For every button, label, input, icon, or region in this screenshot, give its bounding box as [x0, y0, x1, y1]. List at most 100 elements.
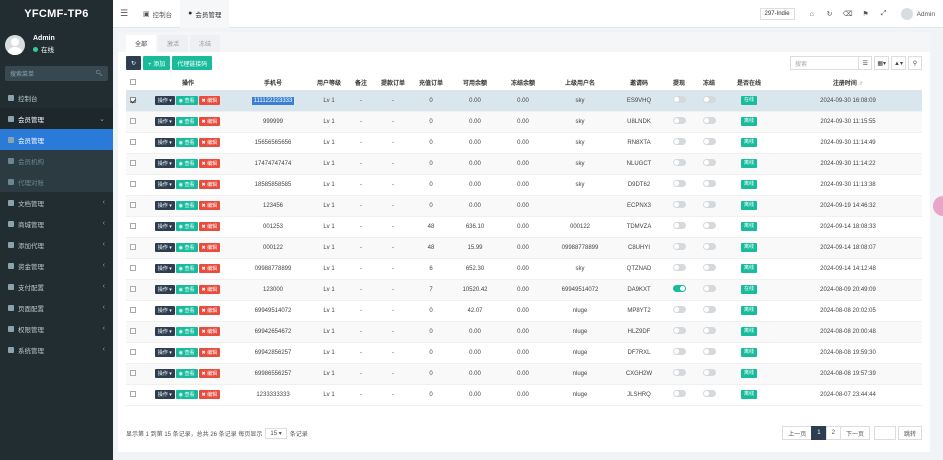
view-button[interactable]: ◉ 查看: [175, 96, 198, 105]
table-row[interactable]: 操作 ▾ ◉ 查看 ✖ 编辑 123000 Lv 1- -7 10520.42 0.00 699…: [126, 279, 922, 301]
row-select-cell[interactable]: [126, 384, 140, 406]
row-checkbox[interactable]: [130, 390, 136, 397]
table-row[interactable]: 操作 ▾ ◉ 查看 ✖ 编辑 000122 Lv 1- -48 15.99 0.00 09988…: [126, 237, 922, 259]
sidebar-item-3[interactable]: 会员机构: [0, 150, 113, 171]
row-select-cell[interactable]: [126, 111, 140, 133]
refresh-button[interactable]: ↻: [126, 56, 142, 70]
row-checkbox[interactable]: [130, 348, 136, 355]
withdraw-toggle[interactable]: [672, 159, 686, 166]
withdraw-toggle[interactable]: [672, 264, 686, 271]
row-select-cell[interactable]: [126, 195, 140, 217]
edit-button[interactable]: ✖ 编辑: [198, 285, 221, 294]
menu-toggle-icon[interactable]: ☰: [113, 8, 135, 19]
table-row[interactable]: 操作 ▾ ◉ 查看 ✖ 编辑 1233333333 Lv 1- -0 0.00 0.00 nlu…: [126, 384, 922, 406]
actions-dropdown-button[interactable]: 操作 ▾: [154, 180, 175, 189]
table-row[interactable]: 操作 ▾ ◉ 查看 ✖ 编辑 69949514072 Lv 1- -0 42.07 0.00 n…: [126, 300, 922, 322]
col-note[interactable]: 备注: [348, 76, 374, 91]
row-checkbox[interactable]: [130, 243, 136, 250]
row-checkbox[interactable]: [130, 285, 136, 292]
table-row[interactable]: 操作 ▾ ◉ 查看 ✖ 编辑 69986556257 Lv 1- -0 0.00 0.00 nl…: [126, 363, 922, 385]
page-size-select[interactable]: 15 ▾: [265, 427, 287, 439]
col-balance[interactable]: 可用余额: [450, 76, 500, 91]
withdraw-toggle[interactable]: [672, 390, 686, 397]
row-select-cell[interactable]: [126, 153, 140, 175]
withdraw-toggle[interactable]: [672, 243, 686, 250]
view-button[interactable]: ◉ 查看: [175, 180, 198, 189]
col-frozen[interactable]: 冻结: [694, 76, 724, 91]
edit-button[interactable]: ✖ 编辑: [198, 117, 221, 126]
frozen-toggle[interactable]: [702, 285, 716, 292]
frozen-toggle[interactable]: [702, 222, 716, 229]
sidebar-item-6[interactable]: 商城管理 ‹: [0, 213, 113, 234]
frozen-toggle[interactable]: [702, 327, 716, 334]
edit-button[interactable]: ✖ 编辑: [198, 180, 221, 189]
withdraw-toggle[interactable]: [672, 348, 686, 355]
col-parent-user[interactable]: 上级用户名: [546, 76, 614, 91]
view-button[interactable]: ◉ 查看: [175, 138, 198, 147]
table-row[interactable]: 操作 ▾ ◉ 查看 ✖ 编辑 123456 Lv 1- -0 0.00 0.00 ECPNX3 离…: [126, 195, 922, 217]
view-button[interactable]: ◉ 查看: [175, 243, 198, 252]
actions-dropdown-button[interactable]: 操作 ▾: [154, 117, 175, 126]
frozen-toggle[interactable]: [702, 243, 716, 250]
col-withdraw-orders[interactable]: 提款订单: [374, 76, 412, 91]
sort-icon[interactable]: ⇵: [859, 81, 863, 87]
edit-button[interactable]: ✖ 编辑: [198, 243, 221, 252]
table-row[interactable]: 操作 ▾ ◉ 查看 ✖ 编辑 69942654672 Lv 1- -0 0.00 0.00 nl…: [126, 321, 922, 343]
top-user-menu[interactable]: Admin: [900, 8, 935, 20]
tab-all[interactable]: 全部: [126, 35, 157, 52]
columns-button[interactable]: ▦▾: [874, 56, 890, 70]
edit-button[interactable]: ✖ 编辑: [198, 222, 221, 231]
sidebar-item-1[interactable]: 会员管理 ⌄: [0, 108, 113, 129]
row-checkbox[interactable]: [130, 222, 136, 229]
actions-dropdown-button[interactable]: 操作 ▾: [154, 306, 175, 315]
row-checkbox[interactable]: [130, 369, 136, 376]
edit-button[interactable]: ✖ 编辑: [198, 201, 221, 210]
frozen-toggle[interactable]: [702, 201, 716, 208]
col-recharge-orders[interactable]: 充值订单: [412, 76, 450, 91]
next-page-button[interactable]: 下一页: [839, 426, 870, 440]
sidebar-item-9[interactable]: 支付配置 ‹: [0, 276, 113, 297]
sidebar-item-11[interactable]: 权限管理 ‹: [0, 318, 113, 339]
page-jump-button[interactable]: 跳转: [897, 426, 922, 440]
actions-dropdown-button[interactable]: 操作 ▾: [154, 369, 175, 378]
withdraw-toggle[interactable]: [672, 180, 686, 187]
fullscreen-icon[interactable]: ⤢: [875, 10, 893, 18]
edit-button[interactable]: ✖ 编辑: [198, 348, 221, 357]
view-button[interactable]: ◉ 查看: [175, 201, 198, 210]
frozen-toggle[interactable]: [702, 264, 716, 271]
row-checkbox[interactable]: [130, 159, 136, 166]
row-select-cell[interactable]: [126, 321, 140, 343]
page-jump-input[interactable]: [873, 426, 896, 440]
withdraw-toggle[interactable]: [672, 138, 686, 145]
row-select-cell[interactable]: [126, 342, 140, 364]
row-select-cell[interactable]: [126, 174, 140, 196]
withdraw-toggle[interactable]: [672, 285, 686, 292]
col-register-time[interactable]: 注册时间 ⇵: [774, 76, 922, 91]
actions-dropdown-button[interactable]: 操作 ▾: [154, 327, 175, 336]
row-checkbox[interactable]: [130, 180, 136, 187]
col-invite-code[interactable]: 邀请码: [614, 76, 664, 91]
sidebar-item-2[interactable]: 会员管理: [0, 129, 113, 150]
sidebar-item-10[interactable]: 页面配置 ‹: [0, 297, 113, 318]
edit-button[interactable]: ✖ 编辑: [198, 159, 221, 168]
view-button[interactable]: ◉ 查看: [175, 348, 198, 357]
tab-frozen[interactable]: 冻结: [190, 35, 221, 52]
col-level[interactable]: 用户等级: [310, 76, 348, 91]
home-icon[interactable]: ⌂: [803, 11, 821, 18]
floating-handle[interactable]: [933, 196, 943, 216]
row-select-cell[interactable]: [126, 216, 140, 238]
table-row[interactable]: 操作 ▾ ◉ 查看 ✖ 编辑 001253 Lv 1- -48 636.10 0.00 0001…: [126, 216, 922, 238]
table-row[interactable]: 操作 ▾ ◉ 查看 ✖ 编辑 18585858585 Lv 1- -0 0.00 0.00 sk…: [126, 174, 922, 196]
sidebar-item-4[interactable]: 代理对账: [0, 171, 113, 192]
edit-button[interactable]: ✖ 编辑: [198, 390, 221, 399]
edit-button[interactable]: ✖ 编辑: [198, 369, 221, 378]
withdraw-toggle[interactable]: [672, 201, 686, 208]
table-row[interactable]: 操作 ▾ ◉ 查看 ✖ 编辑 15656565656 Lv 1- -0 0.00 0.00 sk…: [126, 132, 922, 154]
bookmark-icon[interactable]: ⚑: [857, 10, 875, 18]
edit-button[interactable]: ✖ 编辑: [198, 96, 221, 105]
frozen-toggle[interactable]: [702, 180, 716, 187]
view-button[interactable]: ◉ 查看: [175, 117, 198, 126]
row-select-cell[interactable]: [126, 258, 140, 280]
actions-dropdown-button[interactable]: 操作 ▾: [154, 390, 175, 399]
view-button[interactable]: ◉ 查看: [175, 369, 198, 378]
